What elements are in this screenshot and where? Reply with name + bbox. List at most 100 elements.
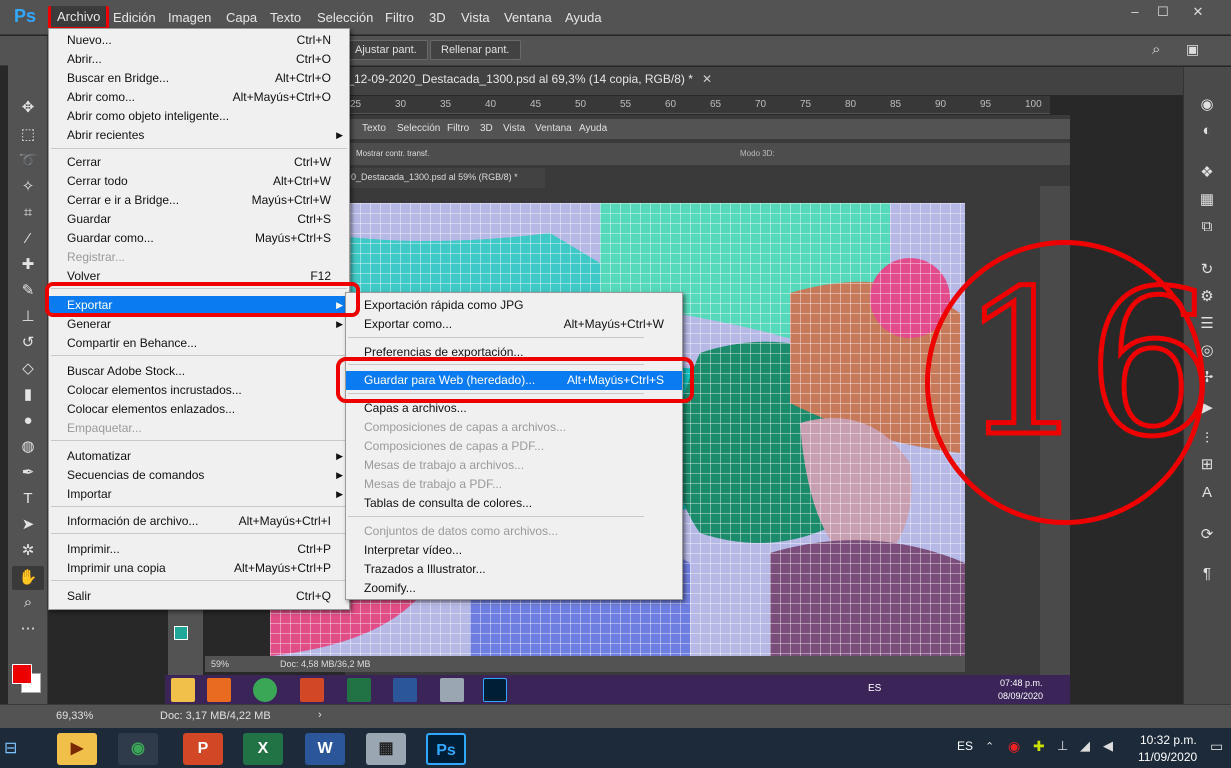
menu-item-buscar-bridge[interactable]: Buscar en Bridge... Alt+Ctrl+O [49, 69, 349, 88]
menu-item-guardar-como[interactable]: Guardar como... Mayús+Ctrl+S [49, 229, 349, 248]
pen-tool-icon[interactable]: ✒ [16, 462, 40, 484]
hand-tool-icon[interactable]: ✋ [16, 567, 40, 589]
menu-item-informacion-archivo[interactable]: Información de archivo... Alt+Mayús+Ctrl+… [49, 512, 349, 531]
eyedropper-icon[interactable]: ⁄ [16, 228, 40, 250]
inner-chrome-icon[interactable] [253, 678, 277, 702]
inner-menu-3d[interactable]: 3D [480, 123, 493, 134]
fit-screen-button[interactable]: Ajustar pant. [344, 40, 428, 60]
menu-item-tablas-colores[interactable]: Tablas de consulta de colores... [346, 494, 682, 513]
menu-item-compartir-behance[interactable]: Compartir en Behance... [49, 334, 349, 353]
menu-item-buscar-adobe-stock[interactable]: Buscar Adobe Stock... [49, 362, 349, 381]
menu-item-generar[interactable]: Generar ▶ [49, 315, 349, 334]
zoom-tool-icon[interactable]: ⌕ [16, 592, 40, 614]
magic-wand-icon[interactable]: ✧ [16, 176, 40, 198]
menu-item-abrir-recientes[interactable]: Abrir recientes ▶ [49, 126, 349, 145]
menu-item-salir[interactable]: Salir Ctrl+Q [49, 587, 349, 606]
inner-photoshop-icon[interactable] [483, 678, 507, 702]
inner-menu-ayuda[interactable]: Ayuda [579, 123, 607, 134]
menu-item-exportacion-rapida-jpg[interactable]: Exportación rápida como JPG [346, 296, 682, 315]
menu-edicion[interactable]: Edición [113, 10, 156, 25]
menu-texto[interactable]: Texto [270, 10, 301, 25]
search-icon[interactable]: ⌕ [1152, 41, 1160, 58]
menu-3d[interactable]: 3D [429, 10, 446, 25]
inner-transform-controls[interactable]: Mostrar contr. transf. [356, 149, 429, 158]
inner-menu-ventana[interactable]: Ventana [535, 123, 572, 134]
menu-item-guardar[interactable]: Guardar Ctrl+S [49, 210, 349, 229]
status-menu-chevron-icon[interactable]: › [318, 709, 322, 721]
foreground-color-swatch[interactable] [12, 664, 32, 684]
menu-item-zoomify[interactable]: Zoomify... [346, 579, 682, 598]
inner-menu-vista[interactable]: Vista [503, 123, 525, 134]
menu-ayuda[interactable]: Ayuda [565, 10, 602, 25]
menu-item-colocar-enlazados[interactable]: Colocar elementos enlazados... [49, 400, 349, 419]
menu-item-cerrar-ir-bridge[interactable]: Cerrar e ir a Bridge... Mayús+Ctrl+W [49, 191, 349, 210]
zoom-level[interactable]: 69,33% [56, 710, 93, 722]
character-panel-icon[interactable]: A [1195, 484, 1219, 506]
brush-tool-icon[interactable]: ✎ [16, 280, 40, 302]
gradient-tool-icon[interactable]: ▮ [16, 384, 40, 406]
menu-vista[interactable]: Vista [461, 10, 490, 25]
clock-time[interactable]: 10:32 p.m. [1140, 733, 1197, 747]
wifi-icon[interactable]: ◢ [1080, 738, 1090, 754]
inner-file-explorer-icon[interactable] [171, 678, 195, 702]
libraries-icon[interactable]: ⧉ [1195, 218, 1219, 240]
marquee-tool-icon[interactable]: ⬚ [16, 124, 40, 146]
tray-plus-icon[interactable]: ✚ [1033, 738, 1045, 755]
clone-stamp-icon[interactable]: ⊥ [16, 306, 40, 328]
video-icon[interactable]: ▶ [57, 733, 97, 765]
photoshop-icon[interactable]: Ps [426, 733, 466, 765]
crop-tool-icon[interactable]: ⌗ [16, 202, 40, 224]
type-tool-icon[interactable]: T [16, 488, 40, 510]
antivirus-icon[interactable]: ◉ [1008, 738, 1020, 755]
menu-item-imprimir-copia[interactable]: Imprimir una copia Alt+Mayús+Ctrl+P [49, 559, 349, 578]
menu-capa[interactable]: Capa [226, 10, 257, 25]
menu-item-secuencias-comandos[interactable]: Secuencias de comandos ▶ [49, 466, 349, 485]
menu-item-nuevo[interactable]: Nuevo... Ctrl+N [49, 31, 349, 50]
tab-close-icon[interactable]: ✕ [702, 72, 712, 86]
volume-icon[interactable]: ◀ [1103, 738, 1113, 754]
path-selection-icon[interactable]: ➤ [16, 514, 40, 536]
eraser-icon[interactable]: ◇ [16, 358, 40, 380]
shape-tool-icon[interactable]: ✲ [16, 540, 40, 562]
menu-item-imprimir[interactable]: Imprimir... Ctrl+P [49, 540, 349, 559]
powerpoint-icon[interactable]: P [183, 733, 223, 765]
menu-item-automatizar[interactable]: Automatizar ▶ [49, 447, 349, 466]
minimize-icon[interactable]: – [1125, 4, 1145, 22]
healing-brush-icon[interactable]: ✚ [16, 254, 40, 276]
menu-item-abrir[interactable]: Abrir... Ctrl+O [49, 50, 349, 69]
menu-item-exportar-como[interactable]: Exportar como... Alt+Mayús+Ctrl+W [346, 315, 682, 334]
fill-screen-button[interactable]: Rellenar pant. [430, 40, 521, 60]
inner-menu-texto[interactable]: Texto [362, 123, 386, 134]
inner-color-swatch[interactable] [174, 626, 188, 640]
inner-tray-lang[interactable]: ES [868, 683, 881, 694]
dodge-tool-icon[interactable]: ◍ [16, 436, 40, 458]
history-brush-icon[interactable]: ↺ [16, 332, 40, 354]
grid-panel-icon[interactable]: ▦ [1195, 190, 1219, 212]
inner-menu-filtro[interactable]: Filtro [447, 123, 469, 134]
timeline-icon[interactable]: ⟳ [1195, 525, 1219, 547]
excel-icon[interactable]: X [243, 733, 283, 765]
paragraph-panel-icon[interactable]: ¶ [1195, 565, 1219, 587]
maximize-icon[interactable]: ☐ [1153, 4, 1173, 22]
inner-powerpoint-icon[interactable] [300, 678, 324, 702]
menu-archivo[interactable]: Archivo [48, 6, 110, 30]
menu-ventana[interactable]: Ventana [504, 10, 552, 25]
clock-date[interactable]: 11/09/2020 [1138, 750, 1197, 764]
blur-tool-icon[interactable]: ● [16, 410, 40, 432]
document-tab[interactable]: rt_12-09-2020_Destacada_1300.psd al 69,3… [340, 72, 693, 86]
inner-video-icon[interactable] [207, 678, 231, 702]
menu-seleccion[interactable]: Selección [317, 10, 373, 25]
more-tools-icon[interactable]: ⋯ [16, 618, 40, 640]
notifications-icon[interactable]: ▭ [1210, 738, 1223, 755]
inner-document-tab[interactable]: 0_Destacada_1300.psd al 59% (RGB/8) * [345, 168, 545, 188]
close-icon[interactable]: ✕ [1188, 4, 1208, 22]
menu-item-trazados-illustrator[interactable]: Trazados a Illustrator... [346, 560, 682, 579]
usb-icon[interactable]: ⊥ [1057, 738, 1068, 754]
inner-menu-seleccion[interactable]: Selección [397, 123, 440, 134]
chrome-icon[interactable]: ◉ [118, 733, 158, 765]
workspace-icon[interactable]: ▣ [1186, 41, 1199, 58]
swatches-icon[interactable]: ❖ [1195, 163, 1219, 185]
menu-filtro[interactable]: Filtro [385, 10, 414, 25]
adjustments-icon[interactable]: ◐ [1195, 122, 1219, 144]
language-indicator[interactable]: ES [957, 739, 973, 753]
